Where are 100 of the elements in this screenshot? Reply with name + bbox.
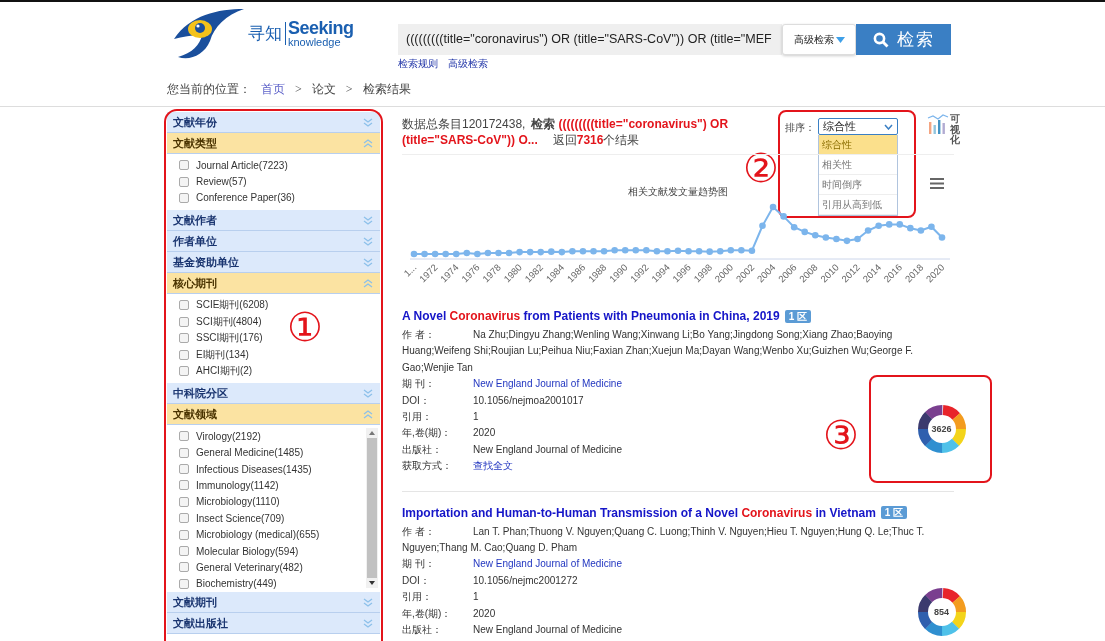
filter-option-label[interactable]: Biochemistry(449)	[196, 578, 277, 590]
annotation-number: ②	[743, 148, 779, 188]
breadcrumb-item: 检索结果	[362, 80, 411, 98]
filter-option-label[interactable]: Molecular Biology(594)	[196, 545, 299, 557]
checkbox[interactable]	[179, 529, 189, 540]
breadcrumb-link[interactable]: 首页	[261, 80, 285, 98]
menu-icon[interactable]	[930, 178, 944, 189]
filter-option-label[interactable]: SCI期刊(4804)	[196, 314, 262, 329]
chevron-icon	[363, 278, 373, 288]
filter-section-header[interactable]: 核心期刊	[167, 273, 380, 295]
checkbox[interactable]	[179, 316, 189, 327]
field-link[interactable]: New England Journal of Medicine	[473, 378, 622, 390]
caret-icon	[835, 36, 845, 43]
search-field[interactable]: (((((((((title="coronavirus") OR (title="SARS-CoV")) OR (title="MEF	[398, 24, 782, 55]
field-label: 期 刊：	[402, 377, 436, 392]
filter-section-header[interactable]: 文献类型	[167, 133, 380, 154]
breadcrumb-label: 您当前的位置：	[167, 80, 251, 98]
checkbox[interactable]	[179, 513, 189, 524]
field-value: 10.1056/nejmc2001272	[473, 574, 578, 586]
score-badge[interactable]: 3626	[916, 404, 967, 454]
header-link[interactable]: 检索规则	[398, 57, 438, 71]
scroll-up-icon[interactable]	[369, 431, 375, 436]
checkbox[interactable]	[179, 546, 189, 557]
checkbox[interactable]	[179, 496, 189, 507]
result-summary: 数据总条目 120172438, 检索 (((((((((title="coronavirus") OR (title="SARS-CoV")) O... 返回7316个结果	[402, 116, 730, 148]
search-button[interactable]: 检索	[856, 24, 951, 55]
filter-section-header[interactable]: 作者单位	[167, 231, 380, 253]
checkbox[interactable]	[179, 333, 189, 344]
chevron-icon	[363, 409, 373, 419]
checkbox[interactable]	[179, 562, 189, 573]
filter-section-header[interactable]: 文献出版社	[167, 613, 380, 635]
filter-option-label[interactable]: Immunology(1142)	[196, 480, 279, 491]
filter-option-label[interactable]: SSCI期刊(176)	[196, 331, 263, 346]
filter-section-header[interactable]: 中科院分区	[167, 383, 380, 405]
field-link[interactable]: 查找全文	[473, 460, 513, 472]
sort-option[interactable]: 综合性	[819, 135, 897, 155]
bar-chart-icon	[927, 114, 949, 134]
filter-section-header[interactable]: 文献年份	[167, 112, 380, 133]
author-field: 作 者： Na Zhu;Dingyu Zhang;Wenling Wang;Xinwang Li;Bo Yang;Jingdong Song;Xiang Zhao;Baoying Huang;Weifeng Shi;Roujian Lu;Peihua Niu;Faxian Zhan;Xuejun Ma;Dayan Wang;Wenbo Xu;Guizhen Wu;George F. Gao;Wenjie Tan	[402, 327, 942, 377]
field-value: New England Journal of Medicine	[473, 443, 622, 455]
score-badge[interactable]: 854	[916, 586, 967, 637]
sort-select[interactable]: 综合性	[818, 118, 898, 135]
breadcrumb-separator: >	[295, 81, 302, 97]
filter-section-header[interactable]: 基金资助单位	[167, 252, 380, 274]
filter-section-header[interactable]: 文献作者	[167, 210, 380, 232]
filter-section-header[interactable]: 文献领域	[167, 404, 380, 426]
sort-label: 排序：	[785, 121, 815, 135]
checkbox[interactable]	[179, 160, 189, 171]
search-mode-dropdown[interactable]: 高级检索	[782, 24, 856, 55]
filter-option-label[interactable]: Virology(2192)	[196, 430, 261, 442]
logo-text: 寻知	[248, 21, 286, 45]
checkbox[interactable]	[179, 192, 189, 203]
chevron-icon	[363, 236, 373, 246]
filter-option-label[interactable]: Microbiology (medical)(655)	[196, 529, 320, 541]
field-label: DOI：	[402, 393, 431, 408]
chevron-icon	[363, 618, 373, 628]
axis-label: 1...	[402, 261, 419, 279]
field-label: 年,卷(期)：	[402, 606, 453, 621]
breadcrumb-separator: >	[345, 81, 353, 97]
article-title-link[interactable]: A Novel Coronavirus from Patients with Pneumonia in China, 2019	[402, 309, 780, 323]
filter-option-label[interactable]: SCIE期刊(6208)	[196, 298, 269, 313]
search-icon	[872, 31, 889, 48]
visualize-label[interactable]: 可视化	[950, 114, 960, 146]
filter-option-label[interactable]: Infectious Diseases(1435)	[196, 463, 312, 475]
chevron-icon	[363, 388, 373, 398]
checkbox[interactable]	[179, 447, 189, 458]
filter-option-label[interactable]: General Veterinary(482)	[196, 561, 303, 573]
field-label: 出版社：	[402, 623, 443, 638]
field-value: New England Journal of Medicine	[473, 624, 622, 636]
checkbox[interactable]	[179, 349, 189, 360]
filter-option-label[interactable]: AHCI期刊(2)	[196, 363, 253, 378]
checkbox[interactable]	[179, 578, 189, 589]
zone-badge: 1 区	[784, 309, 811, 323]
field-value: 2020	[473, 607, 496, 619]
sort-option[interactable]: 时间倒序	[819, 175, 897, 195]
header-link[interactable]: 高级检索	[448, 57, 488, 71]
filter-option-label[interactable]: Review(57)	[196, 176, 247, 188]
checkbox[interactable]	[179, 365, 189, 376]
filter-option-label[interactable]: General Medicine(1485)	[196, 447, 304, 459]
field-link[interactable]: New England Journal of Medicine	[473, 558, 622, 570]
article-title-link[interactable]: Importation and Human-to-Human Transmission of a Novel Coronavirus in Vietnam	[402, 505, 876, 520]
scroll-down-icon[interactable]	[369, 581, 375, 586]
filter-option-label[interactable]: Microbiology(1110)	[196, 496, 280, 508]
field-value: 2020	[473, 427, 496, 439]
filter-option-label[interactable]: Conference Paper(36)	[196, 192, 295, 204]
filter-section-header[interactable]: 文献期刊	[167, 592, 380, 614]
sort-option[interactable]: 引用从高到低	[819, 195, 897, 215]
checkbox[interactable]	[179, 300, 189, 311]
checkbox[interactable]	[179, 464, 189, 475]
filter-option-label[interactable]: EI期刊(134)	[196, 347, 249, 362]
checkbox[interactable]	[179, 480, 189, 491]
checkbox[interactable]	[179, 431, 189, 442]
filter-option-label[interactable]: Insect Science(709)	[196, 512, 285, 524]
checkbox[interactable]	[179, 176, 189, 187]
chevron-icon	[363, 117, 373, 127]
scrollbar[interactable]	[366, 428, 378, 589]
breadcrumb-item: 论文	[311, 80, 336, 98]
field-label: 引用：	[402, 590, 433, 605]
filter-option-label[interactable]: Journal Article(7223)	[196, 159, 288, 171]
sort-option[interactable]: 相关性	[819, 155, 897, 175]
